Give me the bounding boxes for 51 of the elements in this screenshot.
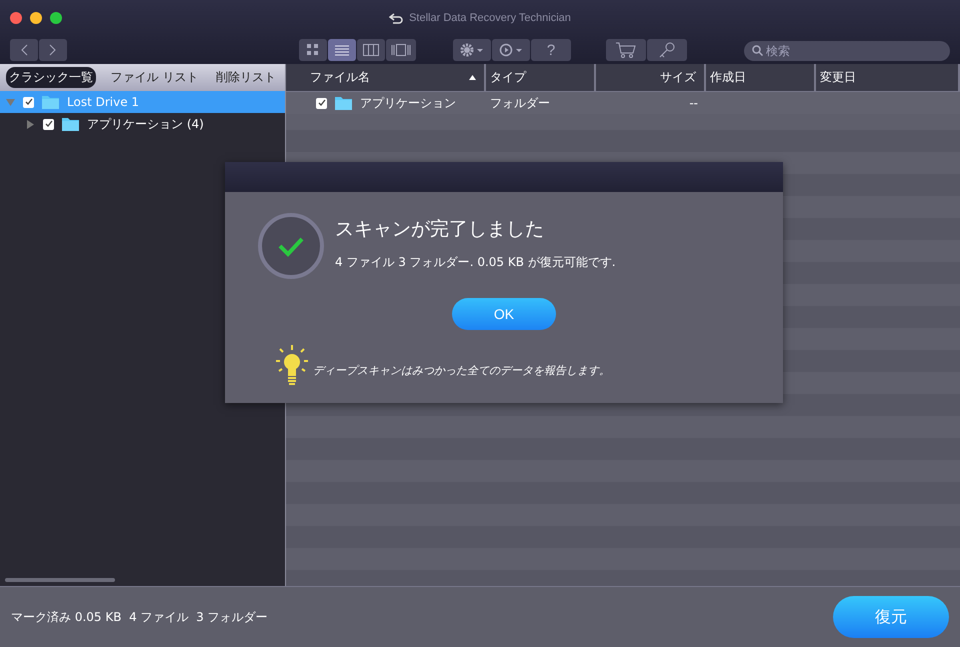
lightbulb-icon	[275, 344, 309, 386]
return-arrow-icon	[389, 12, 404, 24]
search-field[interactable]: 検索	[744, 41, 950, 61]
checkbox[interactable]	[43, 118, 54, 130]
view-button[interactable]	[386, 39, 416, 61]
chevron-left-icon	[20, 44, 28, 56]
grid-view-icon	[307, 44, 319, 56]
dialog-title: スキャンが完了しました	[335, 217, 545, 242]
search-icon	[752, 45, 763, 56]
tree-item[interactable]: アプリケーション (4)	[0, 113, 285, 135]
collapsed-triangle-icon[interactable]	[26, 120, 35, 128]
view-button[interactable]	[299, 39, 327, 61]
minimize-button[interactable]	[30, 12, 42, 24]
folder-icon	[335, 96, 352, 110]
settings-button[interactable]	[453, 39, 491, 61]
file-name: アプリケーション	[360, 94, 456, 112]
back-button[interactable]	[10, 39, 38, 61]
checkbox[interactable]	[316, 98, 327, 108]
key-button[interactable]	[647, 39, 687, 61]
scrollbar-thumb[interactable]	[5, 578, 115, 582]
tip-text: ディープスキャンはみつかった全てのデータを報告します。	[313, 363, 610, 378]
history-button[interactable]	[492, 39, 530, 61]
tab[interactable]: ファイル リスト	[108, 67, 202, 88]
check-circle-icon	[257, 212, 325, 280]
view-button[interactable]	[357, 39, 385, 61]
folder-icon	[62, 117, 79, 131]
tree-label: Lost Drive 1	[67, 95, 140, 109]
tab[interactable]: 削除リスト	[212, 67, 279, 88]
key-icon	[658, 41, 676, 59]
view-button[interactable]	[328, 39, 356, 61]
tree-label: アプリケーション (4)	[87, 116, 204, 132]
cart-button[interactable]	[606, 39, 646, 61]
folder-icon	[42, 95, 59, 109]
status-summary: マーク済み 0.05 KB 4 ファイル 3 フォルダー	[11, 608, 268, 626]
list-view-icon	[335, 44, 349, 56]
table-cell-text: --	[688, 95, 699, 112]
cart-icon	[615, 42, 637, 58]
dialog-message: 4 ファイル 3 フォルダー. 0.05 KB が復元可能です.	[335, 254, 616, 271]
checkbox[interactable]	[23, 96, 34, 108]
window-title: Stellar Data Recovery Technician	[409, 12, 571, 24]
forward-button[interactable]	[39, 39, 67, 61]
help-button[interactable]: ?	[531, 39, 571, 61]
zoom-button[interactable]	[50, 12, 62, 24]
gear-icon	[460, 43, 484, 57]
close-button[interactable]	[10, 12, 22, 24]
columns-view-icon	[363, 44, 379, 56]
history-icon	[499, 43, 523, 57]
tab[interactable]: クラシック一覧	[6, 67, 96, 88]
coverflow-view-icon	[391, 44, 411, 56]
table-cell-text: フォルダー	[489, 94, 551, 112]
chevron-right-icon	[49, 44, 57, 56]
